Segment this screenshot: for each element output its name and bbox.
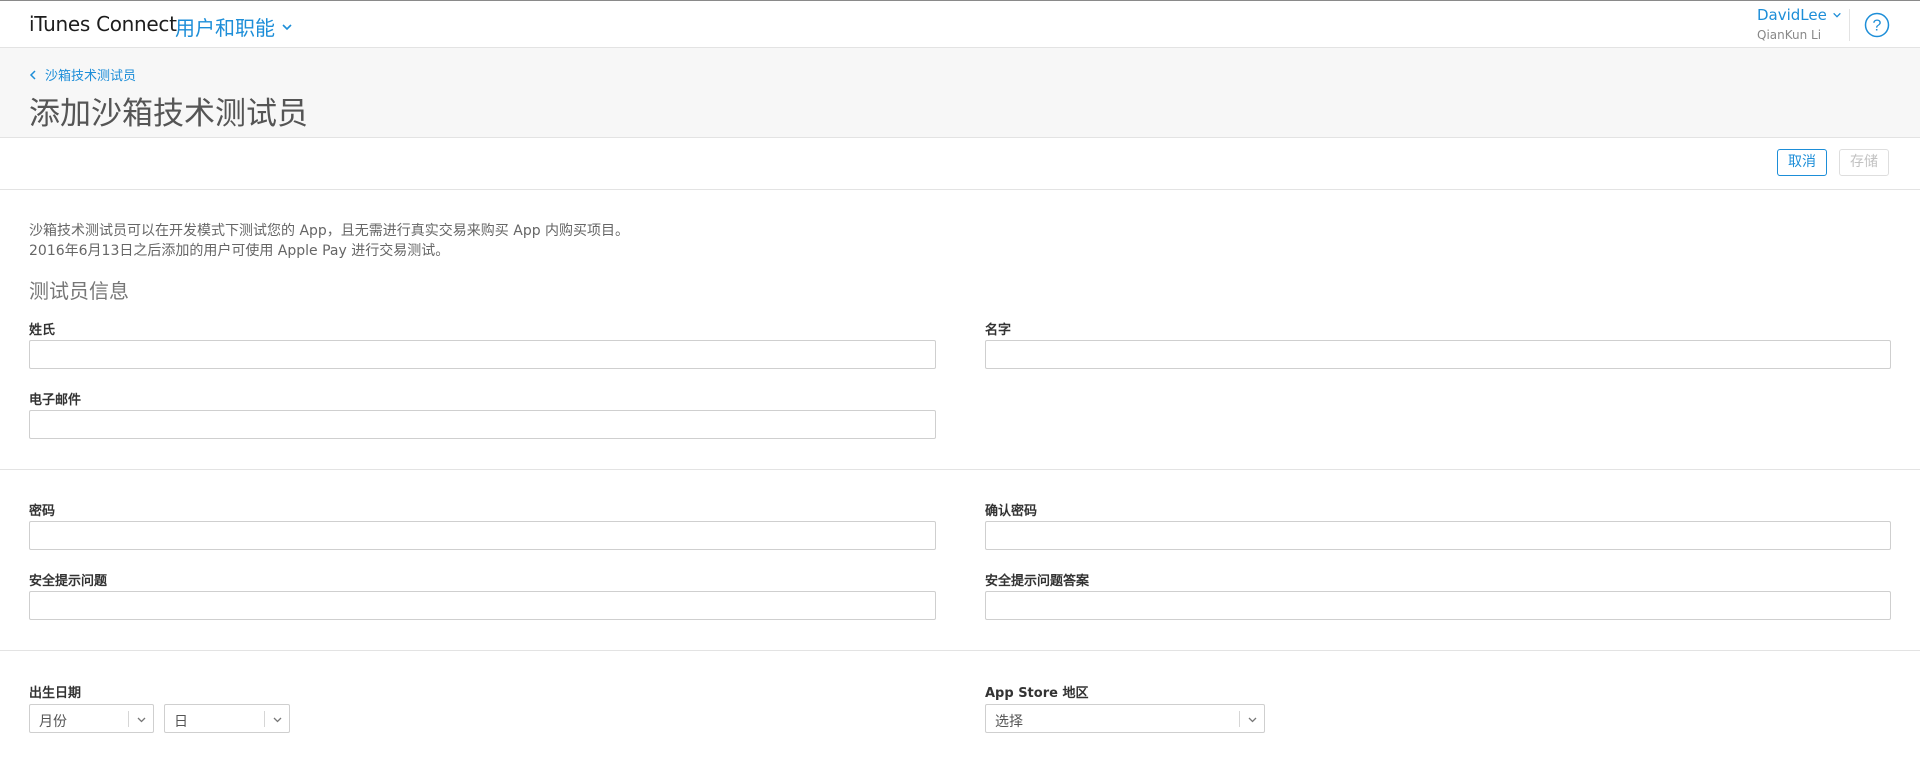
intro-line-1: 沙箱技术测试员可以在开发模式下测试您的 App，且无需进行真实交易来购买 App… [29, 223, 630, 239]
select-separator [1239, 711, 1240, 727]
month-select-value: 月份 [39, 714, 67, 730]
section-divider [0, 469, 1920, 470]
storefront-label: App Store 地区 [985, 686, 1089, 701]
security-question-label: 安全提示问题 [29, 574, 108, 589]
save-button[interactable]: 存储 [1839, 149, 1889, 176]
day-select-value: 日 [174, 714, 188, 730]
section-divider [0, 650, 1920, 651]
intro-line-2: 2016年6月13日之后添加的用户可使用 Apple Pay 进行交易测试。 [29, 243, 450, 259]
user-menu[interactable]: DavidLee QianKun Li [1757, 6, 1842, 42]
chevron-down-icon [273, 717, 282, 723]
app-brand[interactable]: iTunes Connect [29, 12, 177, 36]
security-answer-input[interactable] [985, 591, 1891, 620]
security-question-input[interactable] [29, 591, 936, 620]
user-account-name: QianKun Li [1757, 28, 1822, 42]
breadcrumb[interactable]: 沙箱技术测试员 [29, 65, 136, 84]
user-name[interactable]: DavidLee [1757, 6, 1842, 24]
chevron-down-icon [1248, 717, 1257, 723]
password-label: 密码 [29, 504, 56, 519]
security-answer-label: 安全提示问题答案 [985, 574, 1090, 589]
first-name-label: 名字 [985, 323, 1012, 338]
section-menu-label: 用户和职能 [175, 16, 275, 40]
first-name-input[interactable] [985, 340, 1891, 369]
intro-text: 沙箱技术测试员可以在开发模式下测试您的 App，且无需进行真实交易来购买 App… [29, 221, 629, 261]
select-separator [264, 711, 265, 727]
password-input[interactable] [29, 521, 936, 550]
month-select[interactable]: 月份 [29, 704, 154, 733]
help-circle-icon[interactable]: ? [1864, 12, 1890, 38]
chevron-down-icon [1833, 12, 1841, 18]
birthdate-label: 出生日期 [29, 686, 82, 701]
section-heading: 测试员信息 [29, 279, 129, 303]
nav-divider [1849, 9, 1850, 41]
action-toolbar: 取消 存储 [0, 138, 1920, 190]
confirm-password-input[interactable] [985, 521, 1891, 550]
breadcrumb-link[interactable]: 沙箱技术测试员 [45, 65, 136, 84]
page-title: 添加沙箱技术测试员 [29, 96, 308, 132]
page-header: 沙箱技术测试员 添加沙箱技术测试员 [0, 48, 1920, 138]
last-name-label: 姓氏 [29, 323, 56, 338]
day-select[interactable]: 日 [164, 704, 290, 733]
chevron-left-icon [29, 69, 36, 80]
email-label: 电子邮件 [29, 393, 82, 408]
last-name-input[interactable] [29, 340, 936, 369]
top-nav: iTunes Connect 用户和职能 DavidLee QianKun Li… [0, 0, 1920, 48]
confirm-password-label: 确认密码 [985, 504, 1038, 519]
user-name-label: DavidLee [1757, 6, 1827, 24]
chevron-down-icon [282, 23, 292, 30]
storefront-select-value: 选择 [995, 714, 1023, 730]
email-field[interactable] [29, 410, 936, 439]
select-separator [128, 711, 129, 727]
section-menu[interactable]: 用户和职能 [175, 12, 293, 41]
storefront-select[interactable]: 选择 [985, 704, 1265, 733]
cancel-button[interactable]: 取消 [1777, 149, 1827, 176]
chevron-down-icon [137, 717, 146, 723]
svg-text:?: ? [1873, 18, 1882, 35]
